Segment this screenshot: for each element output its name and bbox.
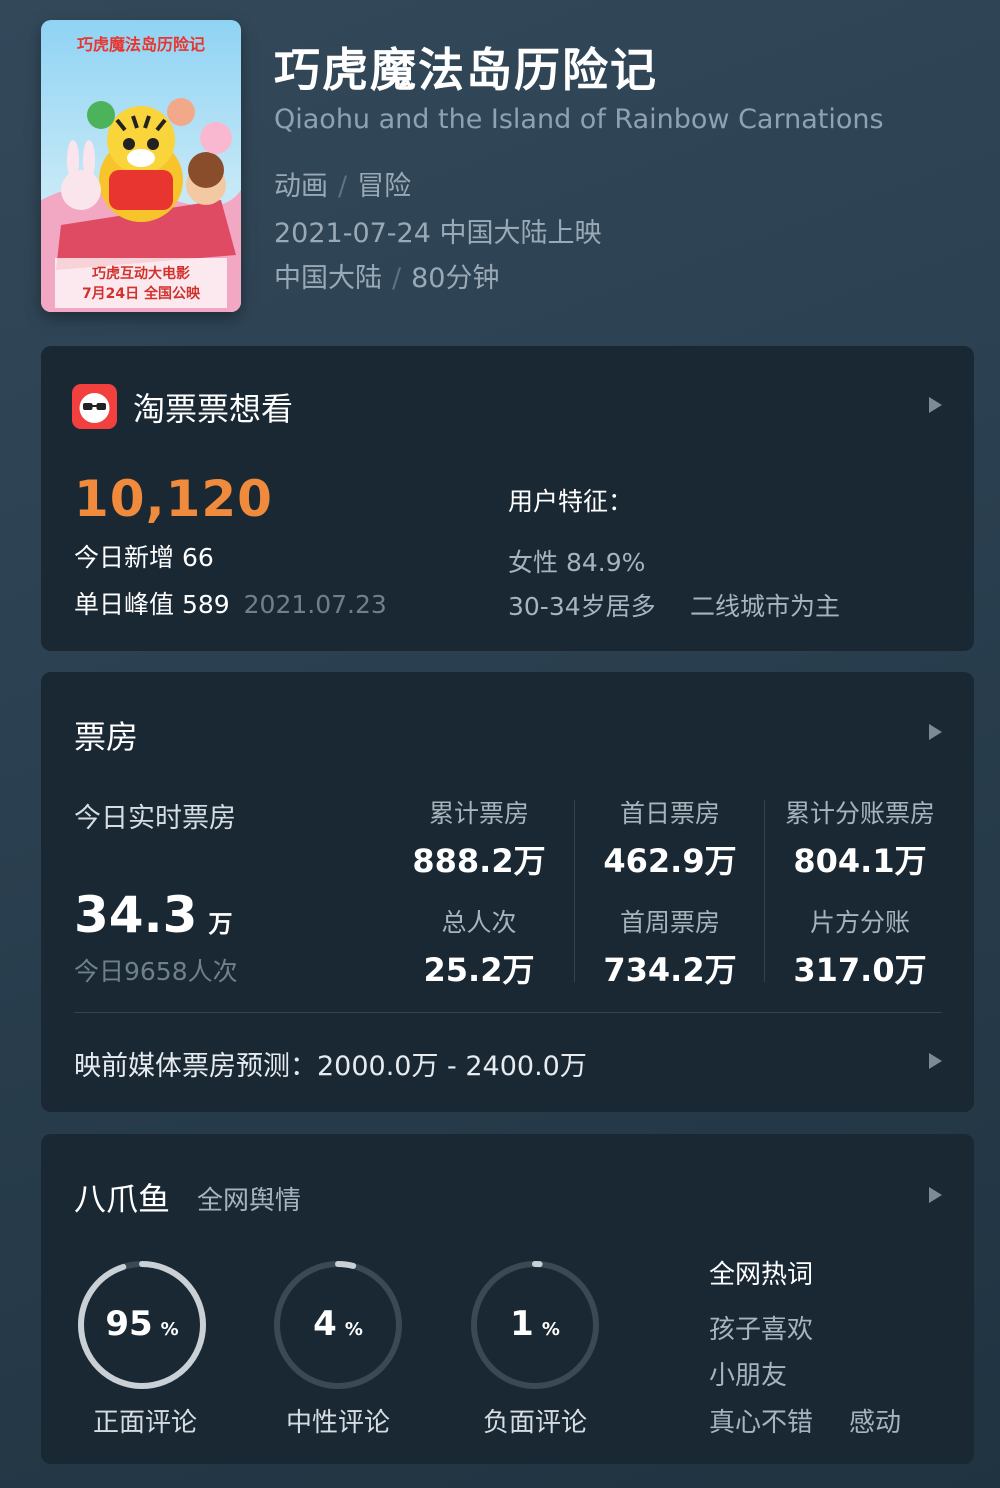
hot-word[interactable]: 感动	[849, 1402, 901, 1439]
play-arrow-icon[interactable]	[929, 1053, 942, 1069]
today-viewers: 今日9658人次	[74, 957, 238, 986]
percent-value: 1	[510, 1304, 534, 1344]
taopiaopiao-logo-icon	[72, 384, 117, 429]
stat-total-box-office-label: 累计票房	[428, 799, 529, 828]
stat-first-week-value: 734.2万	[603, 951, 737, 989]
box-office-card[interactable]: 票房 今日实时票房 34.3 万 今日9658人次 累计票房 888.2万 首日…	[41, 672, 974, 1112]
want-count: 10,120	[74, 470, 273, 528]
percent-value: 4	[313, 1304, 337, 1344]
stat-total-viewers-label: 总人次	[441, 908, 517, 937]
realtime-unit: 万	[208, 910, 233, 938]
neutral-percent: 4%	[272, 1304, 404, 1344]
percent-value: 95	[105, 1304, 153, 1344]
positive-percent: 95%	[76, 1304, 208, 1344]
movie-region-duration: 中国大陆 / 80分钟	[274, 256, 499, 295]
separator: /	[338, 171, 348, 202]
negative-percent: 1%	[469, 1304, 601, 1344]
sentiment-card[interactable]: 八爪鱼 全网舆情 95% 正面评论 4% 中性评论 1% 负面评论 全网热词 孩…	[41, 1134, 974, 1464]
negative-label: 负面评论	[482, 1408, 587, 1438]
user-city: 二线城市为主	[690, 592, 841, 621]
neutral-label: 中性评论	[285, 1408, 390, 1438]
sentiment-title: 八爪鱼	[74, 1180, 171, 1218]
region-label: 中国大陆	[274, 263, 382, 294]
stat-split-box-office-value: 804.1万	[793, 842, 927, 880]
stat-first-week-label: 首周票房	[619, 908, 720, 937]
daily-peak-label: 单日峰值	[74, 590, 175, 619]
stat-split-box-office-label: 累计分账票房	[784, 799, 935, 828]
realtime-value: 34.3	[74, 886, 198, 944]
stat-first-day-value: 462.9万	[603, 842, 737, 880]
stat-total-box-office-value: 888.2万	[412, 842, 546, 880]
realtime-box-office: 34.3 万	[74, 886, 232, 944]
movie-poster[interactable]: 巧虎魔法岛历险记 巧虎互动大电影 7月24日 全国公映	[41, 20, 241, 312]
user-features-title: 用户特征：	[508, 487, 634, 516]
poster-tagline: 巧虎互动大电影	[92, 265, 190, 282]
realtime-label: 今日实时票房	[74, 803, 236, 834]
genre-label: 冒险	[357, 171, 412, 202]
box-office-title: 票房	[74, 718, 139, 756]
today-new-value: 66	[181, 543, 214, 572]
hot-word[interactable]: 孩子喜欢	[709, 1309, 813, 1346]
duration-label: 80分钟	[411, 263, 500, 294]
play-arrow-icon[interactable]	[929, 397, 942, 413]
percent-unit: %	[160, 1319, 179, 1340]
percent-unit: %	[344, 1319, 363, 1340]
want-card-title: 淘票票想看	[133, 390, 294, 428]
separator: /	[392, 263, 402, 294]
user-age: 30-34岁居多	[508, 592, 656, 621]
play-arrow-icon[interactable]	[929, 1187, 942, 1203]
hot-word[interactable]: 真心不错	[709, 1402, 813, 1439]
hot-words-title: 全网热词	[709, 1260, 814, 1290]
daily-peak: 单日峰值 589 2021.07.23	[74, 585, 387, 621]
poster-logo-text: 巧虎魔法岛历险记	[77, 35, 205, 54]
stat-total-viewers-value: 25.2万	[423, 951, 535, 989]
movie-title: 巧虎魔法岛历险记	[274, 43, 658, 97]
stat-producer-share-value: 317.0万	[793, 951, 927, 989]
positive-label: 正面评论	[92, 1408, 197, 1438]
daily-peak-date: 2021.07.23	[243, 590, 387, 619]
movie-english-title: Qiaohu and the Island of Rainbow Carnati…	[274, 104, 884, 135]
today-new-label: 今日新增	[74, 543, 175, 572]
sentiment-subtitle: 全网舆情	[197, 1186, 302, 1216]
movie-genres: 动画 / 冒险	[274, 164, 411, 203]
today-new: 今日新增 66	[74, 538, 214, 574]
movie-header: 巧虎魔法岛历险记 巧虎互动大电影 7月24日 全国公映 巧虎魔法岛历险记 Qia…	[0, 0, 1000, 330]
stats-divider	[764, 800, 765, 982]
genre-label: 动画	[274, 171, 328, 202]
movie-release: 2021-07-24 中国大陆上映	[274, 218, 602, 249]
poster-release-date: 7月24日 全国公映	[82, 285, 201, 302]
daily-peak-value: 589	[181, 590, 230, 619]
stat-producer-share-label: 片方分账	[809, 908, 910, 937]
hot-word[interactable]: 小朋友	[709, 1355, 787, 1392]
forecast-divider	[74, 1012, 942, 1013]
stats-divider	[574, 800, 575, 982]
want-to-see-card[interactable]: 淘票票想看 10,120 今日新增 66 单日峰值 589 2021.07.23…	[41, 346, 974, 651]
percent-unit: %	[541, 1319, 560, 1340]
user-gender: 女性 84.9%	[508, 548, 646, 577]
media-forecast[interactable]: 映前媒体票房预测：2000.0万 - 2400.0万	[74, 1044, 587, 1083]
play-arrow-icon[interactable]	[929, 724, 942, 740]
stat-first-day-label: 首日票房	[619, 799, 720, 828]
